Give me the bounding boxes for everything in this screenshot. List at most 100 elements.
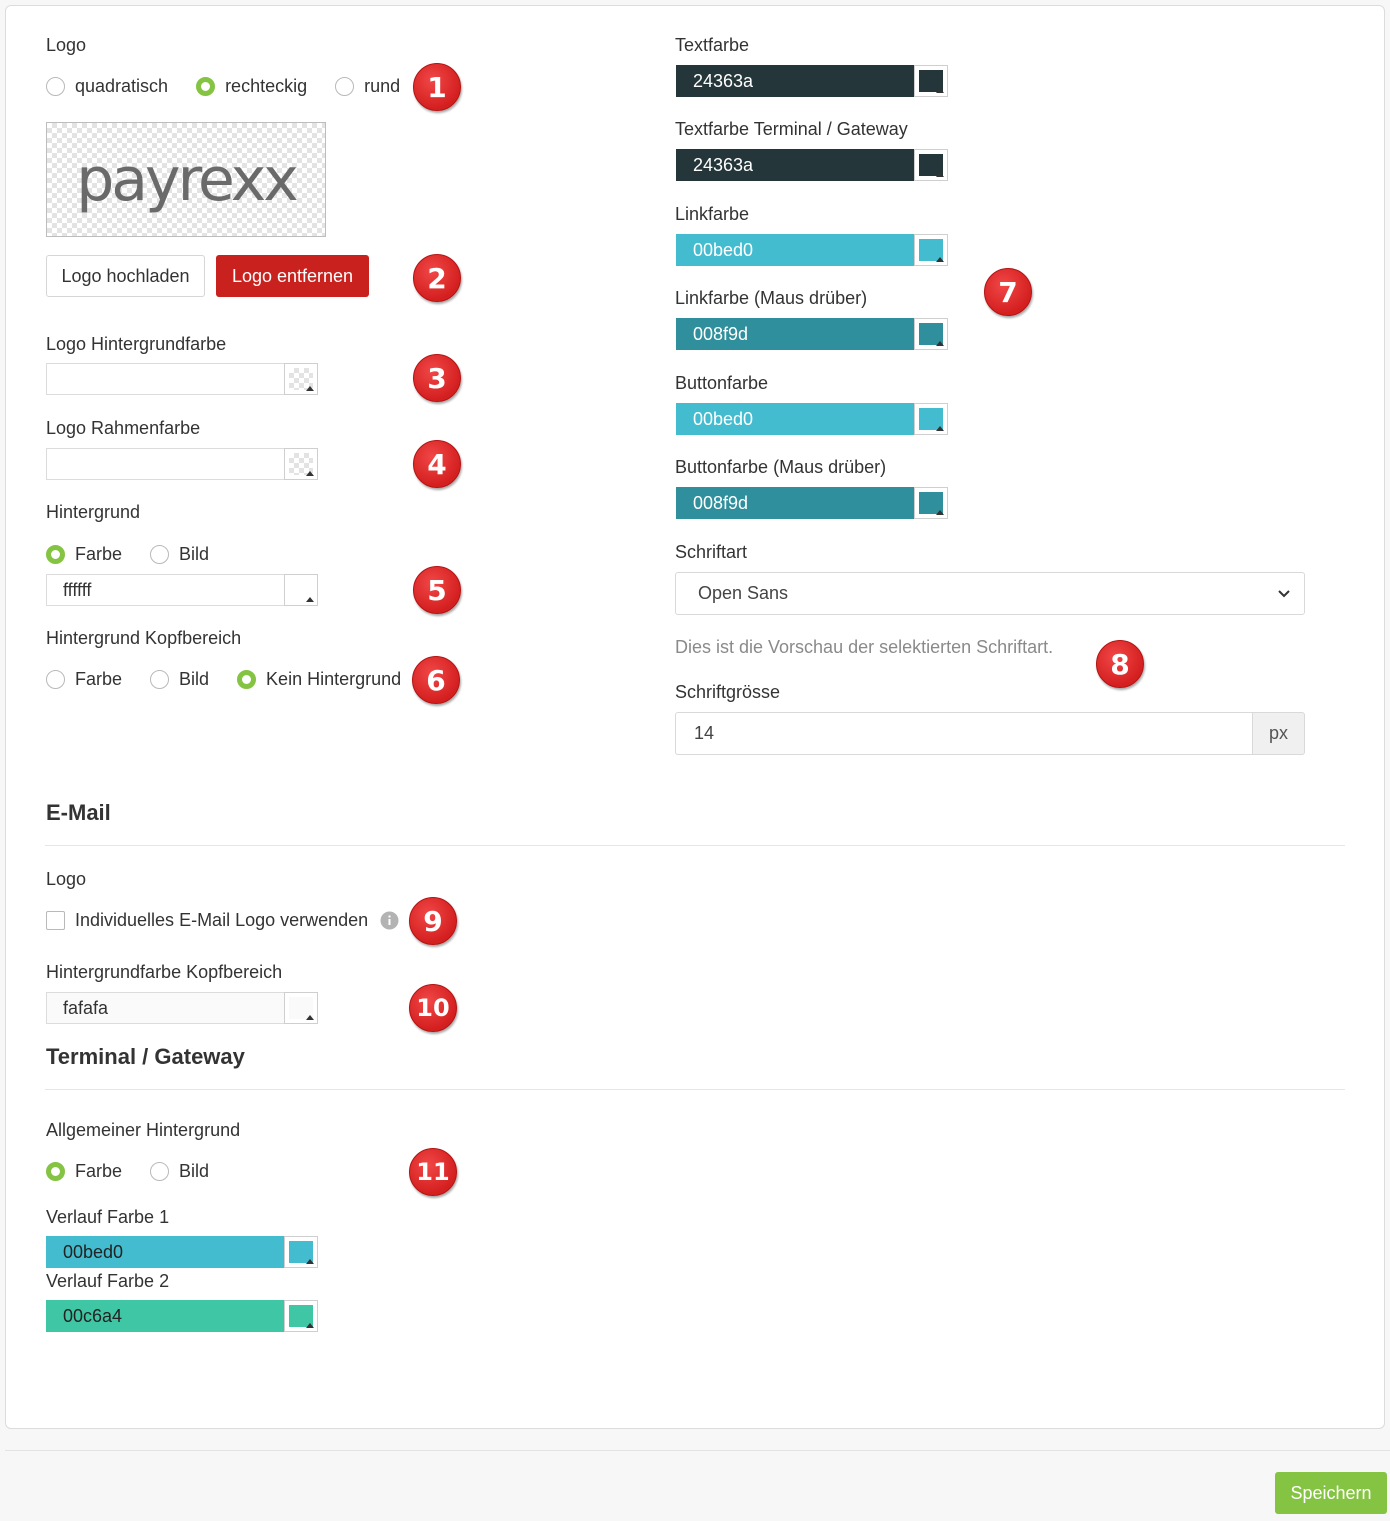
radio-bg-farbe[interactable]: Farbe <box>46 544 122 565</box>
annotation-badge-1: 1 <box>413 63 461 111</box>
annotation-badge-9: 9 <box>409 897 457 945</box>
gradient2-label: Verlauf Farbe 2 <box>46 1271 170 1291</box>
radio-rechteckig[interactable]: rechteckig <box>196 76 307 97</box>
email-heading: E-Mail <box>46 800 111 825</box>
button-color-swatch[interactable] <box>914 403 948 435</box>
radio-header-farbe[interactable]: Farbe <box>46 669 122 690</box>
background-swatch[interactable] <box>284 574 318 606</box>
radio-rund[interactable]: rund <box>335 76 400 97</box>
annotation-badge-10: 10 <box>409 984 457 1032</box>
email-custom-logo-checkbox[interactable] <box>46 911 65 930</box>
logo-preview: payrexx <box>46 122 326 237</box>
text-color-swatch[interactable] <box>914 65 948 97</box>
remove-logo-button[interactable]: Logo entfernen <box>216 255 369 297</box>
gradient1-label: Verlauf Farbe 1 <box>46 1207 170 1227</box>
info-icon[interactable] <box>380 911 399 930</box>
text-color-terminal-input[interactable]: 24363a <box>676 149 914 181</box>
link-color-label: Linkfarbe <box>675 204 750 224</box>
link-hover-input[interactable]: 008f9d <box>676 318 914 350</box>
radio-bg-bild[interactable]: Bild <box>150 544 209 565</box>
logo-bg-color-field <box>46 363 318 395</box>
link-hover-label: Linkfarbe (Maus drüber) <box>675 288 868 308</box>
link-color-input[interactable]: 00bed0 <box>676 234 914 266</box>
logo-bg-input[interactable] <box>46 363 284 395</box>
logo-bg-label: Logo Hintergrundfarbe <box>46 334 227 354</box>
button-hover-field: 008f9d <box>676 487 948 519</box>
gradient1-field: 00bed0 <box>46 1236 318 1268</box>
header-bg-label: Hintergrund Kopfbereich <box>46 628 242 648</box>
background-color-input[interactable]: ffffff <box>46 574 284 606</box>
logo-border-label: Logo Rahmenfarbe <box>46 418 201 438</box>
radio-circle[interactable] <box>46 77 65 96</box>
button-color-input[interactable]: 00bed0 <box>676 403 914 435</box>
font-size-input[interactable]: 14 <box>675 712 1252 755</box>
logo-border-swatch[interactable] <box>284 448 318 480</box>
annotation-badge-4: 4 <box>413 440 461 488</box>
gradient2-input[interactable]: 00c6a4 <box>46 1300 284 1332</box>
radio-circle-selected[interactable] <box>46 1162 65 1181</box>
annotation-badge-3: 3 <box>413 354 461 402</box>
email-divider <box>45 845 1345 846</box>
background-type-group: Farbe Bild <box>46 544 227 565</box>
email-custom-logo-label: Individuelles E-Mail Logo verwenden <box>75 910 369 930</box>
link-hover-field: 008f9d <box>676 318 948 350</box>
link-hover-swatch[interactable] <box>914 318 948 350</box>
text-color-input[interactable]: 24363a <box>676 65 914 97</box>
radio-header-none[interactable]: Kein Hintergrund <box>237 669 401 690</box>
radio-header-bild[interactable]: Bild <box>150 669 209 690</box>
chevron-down-icon <box>1278 590 1290 598</box>
link-color-swatch[interactable] <box>914 234 948 266</box>
button-color-label: Buttonfarbe <box>675 373 769 393</box>
header-bg-group: Farbe Bild Kein Hintergrund <box>46 669 419 690</box>
annotation-badge-6: 6 <box>412 656 460 704</box>
logo-border-input[interactable] <box>46 448 284 480</box>
button-color-field: 00bed0 <box>676 403 948 435</box>
upload-logo-button[interactable]: Logo hochladen <box>46 255 205 297</box>
email-header-bg-swatch[interactable] <box>284 992 318 1024</box>
font-size-unit: px <box>1252 712 1305 755</box>
link-color-field: 00bed0 <box>676 234 948 266</box>
radio-circle[interactable] <box>46 670 65 689</box>
radio-circle-selected[interactable] <box>237 670 257 689</box>
background-label: Hintergrund <box>46 502 141 522</box>
radio-general-bild[interactable]: Bild <box>150 1161 209 1182</box>
font-size-label: Schriftgrösse <box>675 682 781 702</box>
text-color-terminal-field: 24363a <box>676 149 948 181</box>
text-color-terminal-swatch[interactable] <box>914 149 948 181</box>
email-header-bg-input[interactable]: fafafa <box>46 992 284 1024</box>
logo-label: Logo <box>46 35 87 55</box>
annotation-badge-5: 5 <box>413 566 461 614</box>
button-hover-swatch[interactable] <box>914 487 948 519</box>
payrexx-logo: payrexx <box>76 144 299 215</box>
email-custom-logo-row[interactable]: Individuelles E-Mail Logo verwenden <box>46 910 399 931</box>
radio-circle-selected[interactable] <box>46 545 65 564</box>
email-logo-label: Logo <box>46 869 87 889</box>
radio-circle[interactable] <box>150 1162 170 1181</box>
logo-border-color-field <box>46 448 318 480</box>
font-label: Schriftart <box>675 542 748 562</box>
text-color-terminal-label: Textfarbe Terminal / Gateway <box>675 119 908 139</box>
button-hover-input[interactable]: 008f9d <box>676 487 914 519</box>
annotation-badge-8: 8 <box>1096 640 1144 688</box>
radio-circle[interactable] <box>150 670 170 689</box>
save-button[interactable]: Speichern <box>1275 1472 1387 1514</box>
annotation-badge-7: 7 <box>984 268 1032 316</box>
button-hover-label: Buttonfarbe (Maus drüber) <box>675 457 887 477</box>
gradient2-field: 00c6a4 <box>46 1300 318 1332</box>
radio-circle[interactable] <box>335 77 355 96</box>
radio-quadratisch[interactable]: quadratisch <box>46 76 168 97</box>
logo-bg-swatch[interactable] <box>284 363 318 395</box>
terminal-divider <box>45 1089 1345 1090</box>
radio-general-farbe[interactable]: Farbe <box>46 1161 122 1182</box>
gradient1-input[interactable]: 00bed0 <box>46 1236 284 1268</box>
font-select[interactable]: Open Sans <box>675 572 1305 615</box>
general-bg-group: Farbe Bild <box>46 1161 227 1182</box>
radio-circle[interactable] <box>150 545 170 564</box>
annotation-badge-11: 11 <box>409 1148 457 1196</box>
gradient2-swatch[interactable] <box>284 1300 318 1332</box>
gradient1-swatch[interactable] <box>284 1236 318 1268</box>
text-color-label: Textfarbe <box>675 35 750 55</box>
general-bg-label: Allgemeiner Hintergrund <box>46 1120 241 1140</box>
radio-circle-selected[interactable] <box>196 77 216 96</box>
background-color-field: ffffff <box>46 574 318 606</box>
